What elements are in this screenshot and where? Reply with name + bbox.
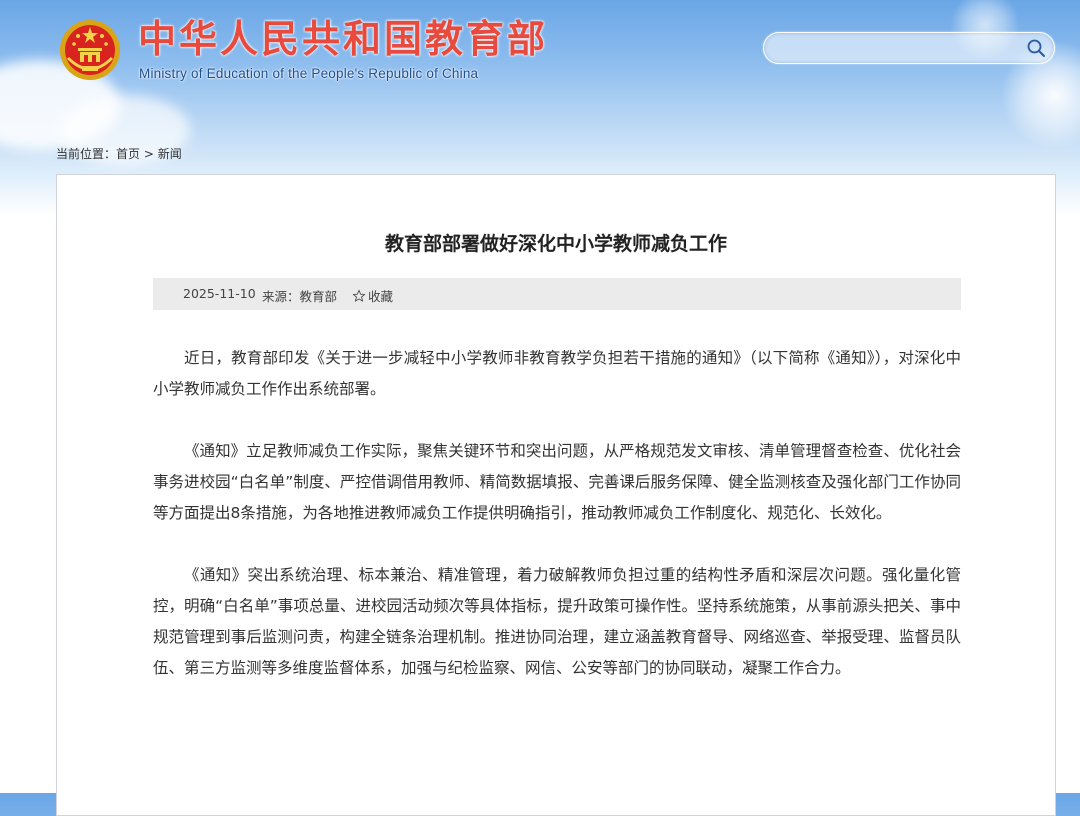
article-title: 教育部部署做好深化中小学教师减负工作 (384, 233, 727, 255)
article-date: 2025-11-10 (183, 286, 256, 301)
favorite-label: 收藏 (368, 289, 394, 304)
search-box (763, 32, 1055, 64)
national-emblem-icon (60, 20, 120, 80)
article-paragraph: 《通知》突出系统治理、标本兼治、精准管理，着力破解教师负担过重的结构性矛盾和深层… (153, 566, 961, 677)
breadcrumb-separator: > (140, 147, 158, 161)
search-input[interactable] (776, 37, 1020, 61)
favorite-button[interactable]: 收藏 (352, 286, 393, 305)
star-icon (352, 289, 366, 302)
site-subtitle: Ministry of Education of the People's Re… (139, 66, 479, 81)
article-paragraph: 近日，教育部印发《关于进一步减轻中小学教师非教育教学负担若干措施的通知》（以下简… (153, 349, 961, 398)
search-icon[interactable] (1026, 38, 1046, 58)
article-card: 教育部部署做好深化中小学教师减负工作 2025-11-10 来源：教育部 收藏 … (56, 174, 1056, 816)
breadcrumb: 当前位置：首页 > 新闻 (56, 145, 182, 162)
article-body: 近日，教育部印发《关于进一步减轻中小学教师非教育教学负担若干措施的通知》（以下简… (153, 343, 961, 715)
article-meta-bar: 2025-11-10 来源：教育部 收藏 (153, 278, 961, 310)
breadcrumb-home-link[interactable]: 首页 (116, 147, 140, 161)
breadcrumb-current-link[interactable]: 新闻 (158, 147, 182, 161)
article-paragraph: 《通知》立足教师减负工作实际，聚焦关键环节和突出问题，从严格规范发文审核、清单管… (153, 442, 961, 522)
article-source: 来源：教育部 (262, 289, 338, 304)
site-title: 中华人民共和国教育部 (138, 17, 549, 61)
breadcrumb-prefix: 当前位置： (56, 147, 117, 161)
